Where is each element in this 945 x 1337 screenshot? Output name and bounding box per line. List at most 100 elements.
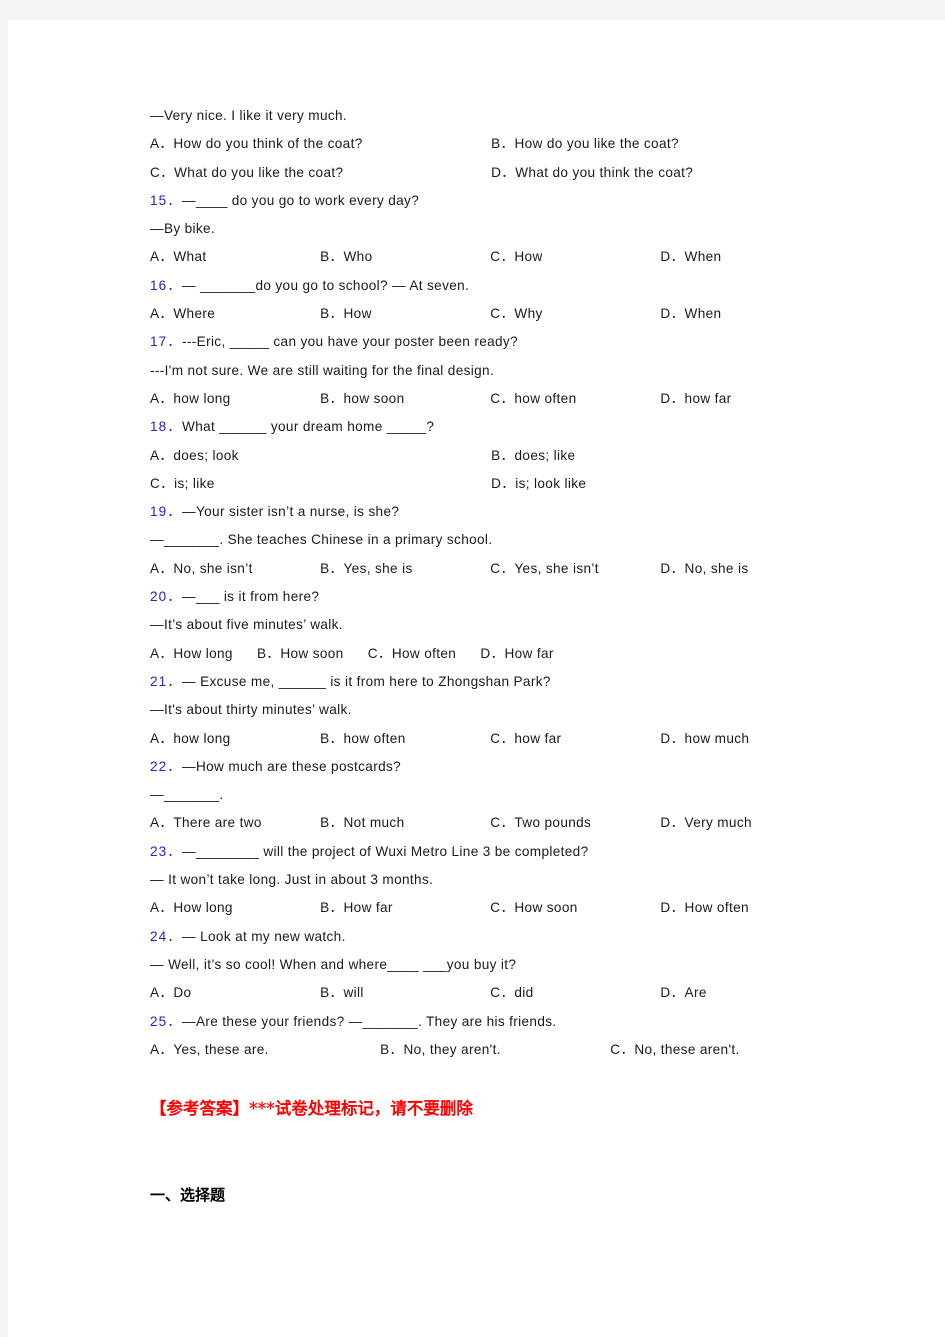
option-c[interactable]: C．No, these aren't. — [610, 1036, 739, 1064]
option-d[interactable]: D．When — [660, 243, 721, 271]
question-reply: —_______. — [150, 787, 224, 803]
question-reply: ---I'm not sure. We are still waiting fo… — [150, 362, 495, 378]
option-d[interactable]: D．How far — [480, 640, 553, 668]
question-number: 15． — [150, 192, 183, 208]
question-number: 20． — [150, 589, 183, 605]
option-d[interactable]: D．Are — [660, 979, 706, 1007]
option-c[interactable]: C．is; like — [150, 470, 487, 498]
question-reply: —It’s about five minutes’ walk. — [150, 617, 343, 633]
option-d[interactable]: D．How often — [660, 894, 748, 922]
option-a[interactable]: A．There are two — [150, 809, 316, 837]
question-number: 17． — [150, 334, 183, 350]
option-a[interactable]: A．how long — [150, 385, 316, 413]
option-b[interactable]: B．Not much — [320, 809, 486, 837]
question-reply: — It won’t take long. Just in about 3 mo… — [150, 872, 434, 888]
option-a[interactable]: A．how long — [150, 725, 316, 753]
option-c[interactable]: C．How soon — [490, 894, 656, 922]
option-a[interactable]: A．How long — [150, 640, 233, 668]
option-d[interactable]: D．When — [660, 300, 721, 328]
option-d[interactable]: D．how much — [660, 725, 749, 753]
section-heading: 一、选择题 — [150, 1186, 226, 1205]
question-reply: —By bike. — [150, 221, 216, 237]
carryover-options: A．How do you think of the coat? B．How do… — [150, 130, 890, 158]
question-options: A．No, she isn’t B．Yes, she is C．Yes, she… — [150, 555, 890, 583]
option-a[interactable]: A．How long — [150, 894, 316, 922]
exam-content: —Very nice. I like it very much. A．How d… — [150, 102, 890, 1210]
question-options: A．Where B．How C．Why D．When — [150, 300, 890, 328]
option-b[interactable]: B．will — [320, 979, 486, 1007]
option-b[interactable]: B．How do you like the coat? — [491, 130, 679, 158]
option-b[interactable]: B．How far — [320, 894, 486, 922]
question-stem: 21．— Excuse me, ______ is it from here t… — [150, 668, 890, 696]
option-b[interactable]: B．how soon — [320, 385, 486, 413]
option-b[interactable]: B．No, they aren't. — [380, 1036, 606, 1064]
option-c[interactable]: C．How — [490, 243, 656, 271]
option-c[interactable]: C．Yes, she isn’t — [490, 555, 656, 583]
option-d[interactable]: D．is; look like — [491, 470, 586, 498]
option-b[interactable]: B．How — [320, 300, 486, 328]
option-b[interactable]: B．How soon — [257, 640, 344, 668]
question-number: 21． — [150, 673, 183, 689]
option-b[interactable]: B．how often — [320, 725, 486, 753]
question-stem: 18．What ______ your dream home _____? — [150, 413, 890, 441]
option-c[interactable]: C．how far — [490, 725, 656, 753]
question-stem: 15．—____ do you go to work every day? — [150, 187, 890, 215]
question-options: A．Do B．will C．did D．Are — [150, 979, 890, 1007]
option-a[interactable]: A．Yes, these are. — [150, 1036, 376, 1064]
question-number: 25． — [150, 1013, 183, 1029]
question-text: What ______ your dream home _____? — [182, 419, 435, 435]
question-options: A．What B．Who C．How D．When — [150, 243, 890, 271]
question-text: — Excuse me, ______ is it from here to Z… — [182, 673, 551, 689]
option-a[interactable]: A．How do you think of the coat? — [150, 130, 487, 158]
question-options: A．Yes, these are. B．No, they aren't. C．N… — [150, 1036, 890, 1064]
question-stem: 19．—Your sister isn’t a nurse, is she? — [150, 498, 890, 526]
question-number: 16． — [150, 277, 183, 293]
option-a[interactable]: A．Where — [150, 300, 316, 328]
question-reply: —It's about thirty minutes’ walk. — [150, 702, 352, 718]
question-text: —How much are these postcards? — [182, 758, 402, 774]
question-options: A．how long B．how often C．how far D．how m… — [150, 725, 890, 753]
question-options: A．How long B．How far C．How soon D．How of… — [150, 894, 890, 922]
option-a[interactable]: A．No, she isn’t — [150, 555, 316, 583]
option-c[interactable]: C．did — [490, 979, 656, 1007]
option-b[interactable]: B．Who — [320, 243, 486, 271]
question-text: —Are these your friends? —_______. They … — [182, 1013, 557, 1029]
question-stem: 25．—Are these your friends? —_______. Th… — [150, 1008, 890, 1036]
answer-key-marker: 【参考答案】***试卷处理标记，请不要删除 — [150, 1099, 473, 1119]
carryover-prompt: —Very nice. I like it very much. — [150, 108, 348, 123]
option-a[interactable]: A．Do — [150, 979, 316, 1007]
question-number: 24． — [150, 928, 183, 944]
document-page: —Very nice. I like it very much. A．How d… — [8, 20, 945, 1337]
question-text: —________ will the project of Wuxi Metro… — [182, 843, 589, 859]
question-options: A．There are two B．Not much C．Two pounds … — [150, 809, 890, 837]
question-stem: 23．—________ will the project of Wuxi Me… — [150, 838, 890, 866]
question-text: — _______do you go to school? — At seven… — [182, 277, 470, 293]
question-reply: — Well, it’s so cool! When and where____… — [150, 956, 517, 972]
option-c[interactable]: C．Why — [490, 300, 656, 328]
carryover-options-2: C．What do you like the coat? D．What do y… — [150, 159, 890, 187]
option-b[interactable]: B．Yes, she is — [320, 555, 486, 583]
question-number: 22． — [150, 758, 183, 774]
question-options: A．does; look B．does; like — [150, 442, 890, 470]
option-d[interactable]: D．Very much — [660, 809, 751, 837]
question-text: ---Eric, _____ can you have your poster … — [182, 334, 518, 350]
option-a[interactable]: A．What — [150, 243, 316, 271]
option-d[interactable]: D．What do you think the coat? — [491, 159, 693, 187]
question-stem: 16．— _______do you go to school? — At se… — [150, 272, 890, 300]
question-reply: —_______. She teaches Chinese in a prima… — [150, 532, 493, 548]
question-stem: 17．---Eric, _____ can you have your post… — [150, 328, 890, 356]
option-c[interactable]: C．how often — [490, 385, 656, 413]
question-text: —___ is it from here? — [182, 589, 320, 605]
question-number: 18． — [150, 419, 183, 435]
option-d[interactable]: D．No, she is — [660, 555, 748, 583]
option-a[interactable]: A．does; look — [150, 442, 487, 470]
question-options: A．how long B．how soon C．how often D．how … — [150, 385, 890, 413]
option-d[interactable]: D．how far — [660, 385, 731, 413]
option-c[interactable]: C．What do you like the coat? — [150, 159, 487, 187]
option-b[interactable]: B．does; like — [491, 442, 575, 470]
question-number: 23． — [150, 843, 183, 859]
question-options-2: C．is; like D．is; look like — [150, 470, 890, 498]
question-number: 19． — [150, 504, 183, 520]
option-c[interactable]: C．Two pounds — [490, 809, 656, 837]
option-c[interactable]: C．How often — [368, 640, 456, 668]
